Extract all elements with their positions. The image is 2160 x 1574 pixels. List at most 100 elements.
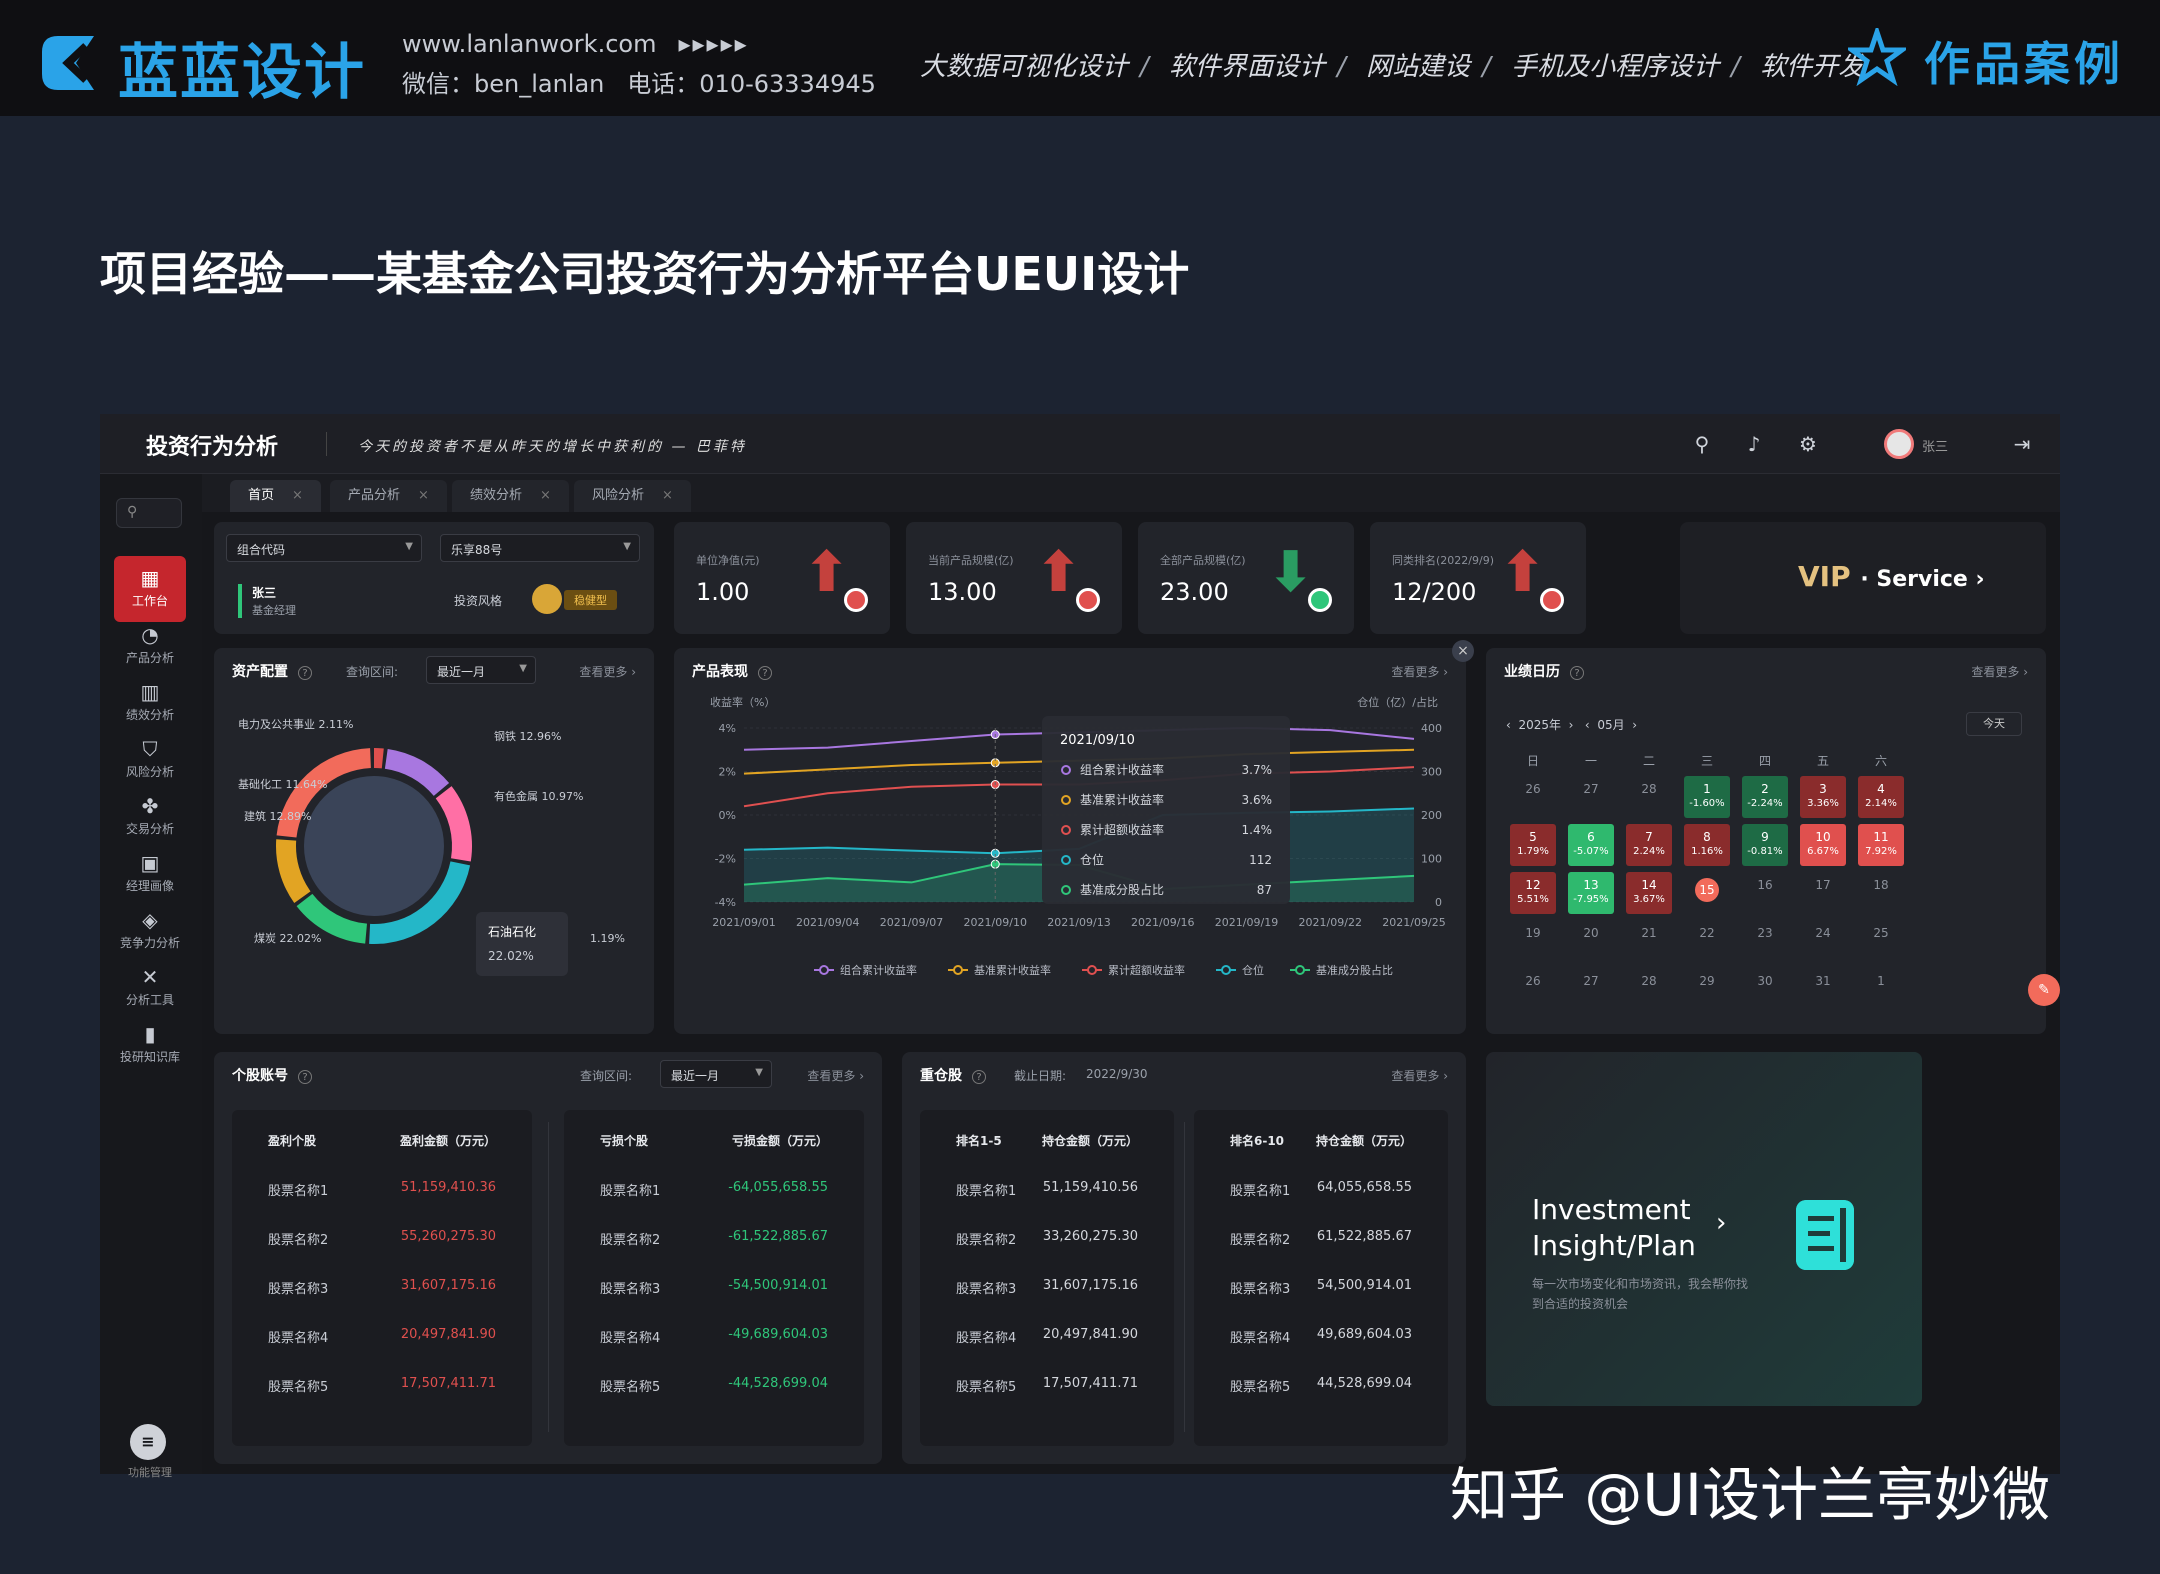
sidebar-item[interactable]: ▮ 投研知识库	[114, 1012, 186, 1078]
calendar-day[interactable]: 28	[1626, 776, 1672, 818]
combo-name-select[interactable]: 乐享88号 ▼	[440, 534, 640, 562]
table-row[interactable]: 股票名称4 49,689,604.03	[1194, 1313, 1448, 1361]
settings-icon[interactable]: ⚙	[1796, 432, 1820, 456]
table-row[interactable]: 股票名称3 -54,500,914.01	[564, 1264, 864, 1312]
close-icon[interactable]: ×	[1452, 640, 1474, 662]
close-icon[interactable]: ×	[418, 488, 429, 503]
search-icon[interactable]: ⚲	[1690, 432, 1714, 456]
next-month-icon[interactable]: ›	[1632, 718, 1637, 732]
bell-icon[interactable]: ♪	[1742, 432, 1766, 456]
pie-slice[interactable]	[374, 748, 384, 769]
calendar-day[interactable]: 29	[1684, 968, 1730, 1010]
help-icon[interactable]: ?	[298, 1070, 312, 1084]
sidebar-search-input[interactable]: ⚲	[116, 498, 182, 528]
legend-label[interactable]: 仓位	[1242, 963, 1264, 977]
chevron-right-icon[interactable]: ›	[1716, 1208, 1726, 1238]
tab-performance[interactable]: 绩效分析 ×	[452, 480, 569, 512]
close-icon[interactable]: ×	[662, 488, 673, 503]
table-row[interactable]: 股票名称1 64,055,658.55	[1194, 1166, 1448, 1214]
feedback-icon[interactable]: ✎	[2028, 974, 2060, 1006]
table-row[interactable]: 股票名称3 31,607,175.16	[920, 1264, 1174, 1312]
service-item[interactable]: 大数据可视化设计	[920, 52, 1128, 82]
table-row[interactable]: 股票名称3 54,500,914.01	[1194, 1264, 1448, 1312]
calendar-day[interactable]: 26	[1510, 968, 1556, 1010]
combo-code-select[interactable]: 组合代码 ▼	[226, 534, 422, 562]
calendar-day[interactable]: 26	[1510, 776, 1556, 818]
today-button[interactable]: 今天	[1966, 712, 2022, 736]
tab-product[interactable]: 产品分析 ×	[330, 480, 447, 512]
table-row[interactable]: 股票名称4 -49,689,604.03	[564, 1313, 864, 1361]
calendar-day[interactable]: 22	[1684, 920, 1730, 962]
calendar-day[interactable]: 25	[1858, 920, 1904, 962]
table-row[interactable]: 股票名称2 33,260,275.30	[920, 1215, 1174, 1263]
calendar-day[interactable]: 24	[1800, 920, 1846, 962]
calendar-day[interactable]: 13 -7.95%	[1568, 872, 1614, 914]
more-link[interactable]: 查看更多 ›	[1971, 663, 2028, 680]
table-row[interactable]: 股票名称2 55,260,275.30	[232, 1215, 532, 1263]
insight-card[interactable]: Investment Insight/Plan › 每一次市场变化和市场资讯，我会…	[1486, 1052, 1922, 1406]
calendar-day[interactable]: 21	[1626, 920, 1672, 962]
calendar-day[interactable]: 8 1.16%	[1684, 824, 1730, 866]
service-item[interactable]: 软件界面设计	[1169, 52, 1325, 82]
function-manage-icon[interactable]: ≡	[130, 1424, 166, 1460]
vip-card[interactable]: VIP · Service ›	[1680, 522, 2046, 634]
table-row[interactable]: 股票名称1 -64,055,658.55	[564, 1166, 864, 1214]
table-row[interactable]: 股票名称5 17,507,411.71	[920, 1362, 1174, 1410]
website-link[interactable]: www.lanlanwork.com	[402, 30, 656, 58]
help-icon[interactable]: ?	[298, 666, 312, 680]
calendar-day[interactable]: 23	[1742, 920, 1788, 962]
calendar-day[interactable]: 27	[1568, 968, 1614, 1010]
calendar-day[interactable]: 15	[1684, 872, 1730, 914]
help-icon[interactable]: ?	[1570, 666, 1584, 680]
help-icon[interactable]: ?	[972, 1070, 986, 1084]
table-row[interactable]: 股票名称1 51,159,410.36	[232, 1166, 532, 1214]
more-link[interactable]: 查看更多 ›	[1391, 1067, 1448, 1084]
legend-label[interactable]: 累计超额收益率	[1108, 963, 1185, 977]
calendar-day[interactable]: 18	[1858, 872, 1904, 914]
help-icon[interactable]: ?	[758, 666, 772, 680]
calendar-day[interactable]: 31	[1800, 968, 1846, 1010]
range-select[interactable]: 最近一月 ▼	[426, 656, 536, 684]
calendar-day[interactable]: 19	[1510, 920, 1556, 962]
close-icon[interactable]: ×	[540, 488, 551, 503]
more-link[interactable]: 查看更多 ›	[807, 1067, 864, 1084]
more-link[interactable]: 查看更多 ›	[579, 663, 636, 680]
next-year-icon[interactable]: ›	[1569, 718, 1574, 732]
calendar-day[interactable]: 1 -1.60%	[1684, 776, 1730, 818]
calendar-day[interactable]: 9 -0.81%	[1742, 824, 1788, 866]
table-row[interactable]: 股票名称1 51,159,410.56	[920, 1166, 1174, 1214]
legend-label[interactable]: 基准累计收益率	[974, 963, 1051, 977]
table-row[interactable]: 股票名称5 44,528,699.04	[1194, 1362, 1448, 1410]
legend-label[interactable]: 组合累计收益率	[840, 963, 917, 977]
logout-icon[interactable]: ⇥	[2010, 432, 2034, 456]
calendar-day[interactable]: 3 3.36%	[1800, 776, 1846, 818]
prev-month-icon[interactable]: ‹	[1585, 718, 1590, 732]
service-item[interactable]: 网站建设	[1366, 52, 1470, 82]
table-row[interactable]: 股票名称2 -61,522,885.67	[564, 1215, 864, 1263]
more-link[interactable]: 查看更多 ›	[1391, 663, 1448, 680]
table-row[interactable]: 股票名称2 61,522,885.67	[1194, 1215, 1448, 1263]
table-row[interactable]: 股票名称4 20,497,841.90	[920, 1313, 1174, 1361]
calendar-day[interactable]: 30	[1742, 968, 1788, 1010]
range-select[interactable]: 最近一月 ▼	[660, 1060, 772, 1088]
calendar-day[interactable]: 1	[1858, 968, 1904, 1010]
vip-banner[interactable]: VIP · Service ›	[1798, 560, 1985, 593]
tab-risk[interactable]: 风险分析 ×	[574, 480, 691, 512]
calendar-day[interactable]: 17	[1800, 872, 1846, 914]
calendar-day[interactable]: 28	[1626, 968, 1672, 1010]
calendar-day[interactable]: 14 3.67%	[1626, 872, 1672, 914]
calendar-day[interactable]: 27	[1568, 776, 1614, 818]
calendar-day[interactable]: 16	[1742, 872, 1788, 914]
calendar-day[interactable]: 20	[1568, 920, 1614, 962]
calendar-day[interactable]: 12 5.51%	[1510, 872, 1556, 914]
avatar[interactable]	[1884, 429, 1914, 459]
user-name[interactable]: 张三	[1922, 436, 1948, 455]
calendar-day[interactable]: 10 6.67%	[1800, 824, 1846, 866]
table-row[interactable]: 股票名称5 -44,528,699.04	[564, 1362, 864, 1410]
table-row[interactable]: 股票名称4 20,497,841.90	[232, 1313, 532, 1361]
calendar-day[interactable]: 11 7.92%	[1858, 824, 1904, 866]
close-icon[interactable]: ×	[292, 488, 303, 503]
calendar-day[interactable]: 6 -5.07%	[1568, 824, 1614, 866]
table-row[interactable]: 股票名称5 17,507,411.71	[232, 1362, 532, 1410]
works-link[interactable]: 作品案例	[1924, 28, 2124, 94]
